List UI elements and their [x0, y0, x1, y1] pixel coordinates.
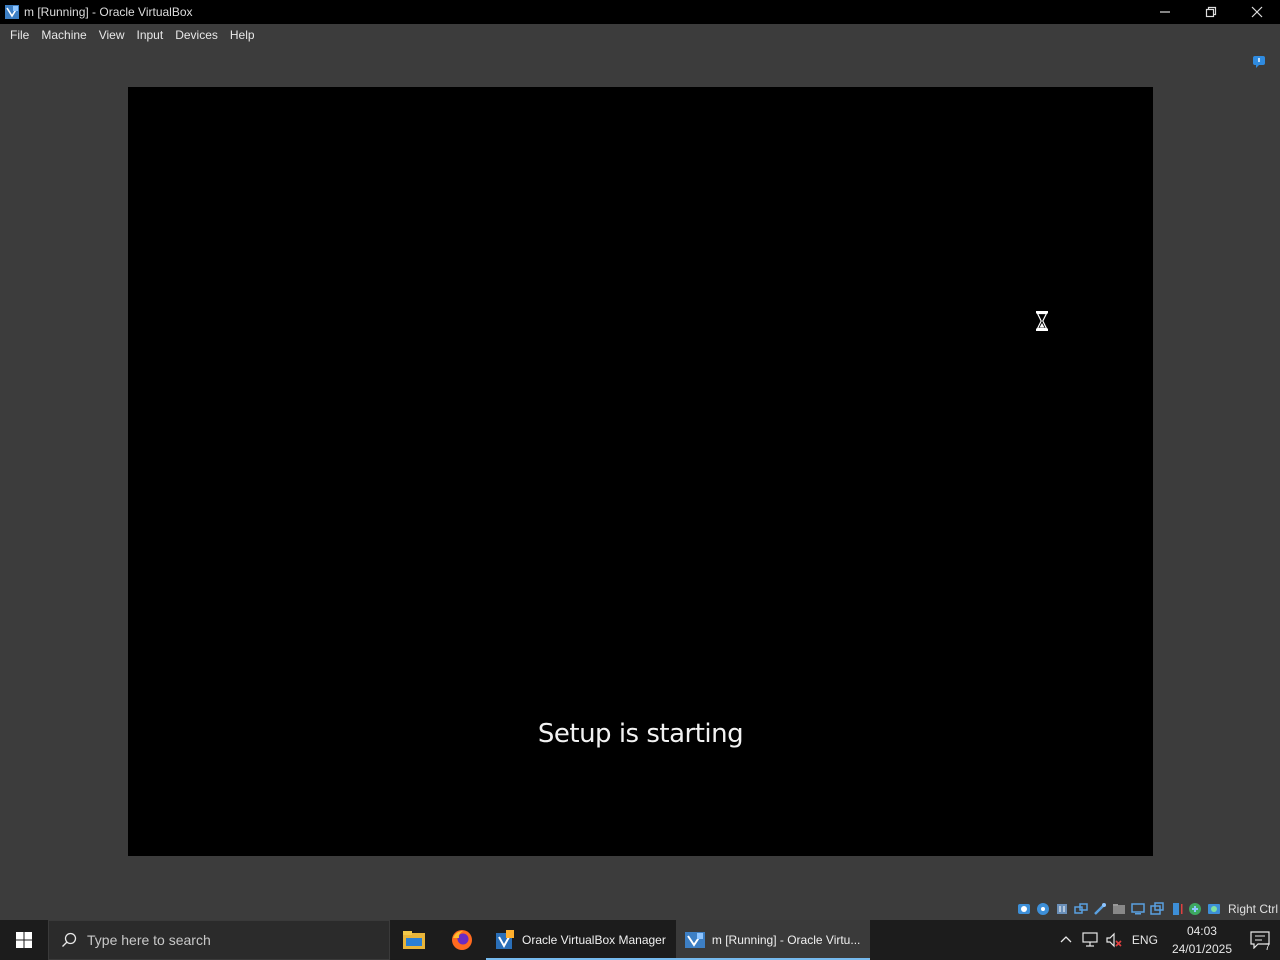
- taskbar-app-label: Oracle VirtualBox Manager: [522, 933, 666, 947]
- restore-icon: [1205, 6, 1217, 18]
- network-tray-icon: [1082, 932, 1098, 947]
- window-title: m [Running] - Oracle VirtualBox: [24, 5, 193, 19]
- volume-button[interactable]: [1102, 920, 1126, 960]
- recording-icon[interactable]: [1149, 901, 1165, 917]
- virtualbox-manager-icon: [496, 930, 514, 949]
- taskbar: Type here to search Oracle VirtualBox Ma…: [0, 920, 1280, 960]
- taskbar-app-label: m [Running] - Oracle Virtu...: [711, 933, 861, 947]
- clock-time: 04:03: [1186, 924, 1217, 938]
- network-icon[interactable]: [1073, 901, 1089, 917]
- keyboard-icon[interactable]: [1206, 901, 1222, 917]
- cpu-icon[interactable]: [1168, 901, 1184, 917]
- taskbar-file-explorer[interactable]: [390, 920, 438, 960]
- host-key-label: Right Ctrl: [1227, 902, 1278, 916]
- start-button[interactable]: [0, 920, 48, 960]
- show-hidden-icons-button[interactable]: [1054, 920, 1078, 960]
- menu-help[interactable]: Help: [224, 24, 261, 46]
- shared-folders-icon[interactable]: [1111, 901, 1127, 917]
- menu-bar: File Machine View Input Devices Help: [0, 24, 1280, 46]
- taskbar-virtualbox-manager[interactable]: Oracle VirtualBox Manager: [486, 920, 676, 960]
- taskbar-vm-window[interactable]: m [Running] - Oracle Virtu...: [675, 920, 871, 960]
- firefox-icon: [452, 930, 472, 950]
- volume-muted-icon: [1106, 932, 1122, 948]
- restore-button[interactable]: [1188, 0, 1234, 24]
- setup-status-message: Setup is starting: [537, 719, 744, 749]
- menu-machine[interactable]: Machine: [35, 24, 92, 46]
- menu-input[interactable]: Input: [131, 24, 170, 46]
- optical-drive-icon[interactable]: [1035, 901, 1051, 917]
- window-title-bar: m [Running] - Oracle VirtualBox: [0, 0, 1280, 24]
- menu-view[interactable]: View: [93, 24, 131, 46]
- usb-icon[interactable]: [1092, 901, 1108, 917]
- taskbar-firefox[interactable]: [438, 920, 486, 960]
- system-tray: ENG 04:03 24/01/2025 7: [1054, 920, 1280, 960]
- taskbar-search-input[interactable]: Type here to search: [48, 920, 390, 960]
- close-icon: [1251, 6, 1263, 18]
- windows-logo-icon: [16, 932, 32, 948]
- menu-file[interactable]: File: [4, 24, 35, 46]
- search-icon: [62, 932, 77, 947]
- virtualbox-icon: [5, 5, 19, 19]
- action-center-button[interactable]: 7: [1240, 920, 1280, 960]
- clock-date: 24/01/2025: [1171, 942, 1232, 956]
- network-status-button[interactable]: [1078, 920, 1102, 960]
- window-controls: [1142, 0, 1280, 24]
- hourglass-icon: [1036, 311, 1048, 331]
- minimize-button[interactable]: [1142, 0, 1188, 24]
- display-icon[interactable]: [1130, 901, 1146, 917]
- clock[interactable]: 04:03 24/01/2025: [1164, 922, 1240, 958]
- menu-devices[interactable]: Devices: [169, 24, 224, 46]
- hard-disk-icon[interactable]: [1016, 901, 1032, 917]
- close-button[interactable]: [1234, 0, 1280, 24]
- notification-count: 7: [1264, 942, 1270, 952]
- chevron-up-icon: [1060, 936, 1072, 943]
- vm-display[interactable]: Setup is starting: [128, 87, 1153, 856]
- mouse-integration-icon[interactable]: [1187, 901, 1203, 917]
- vm-status-bar: Right Ctrl: [1016, 899, 1280, 919]
- audio-icon[interactable]: [1054, 901, 1070, 917]
- minimize-icon: [1160, 11, 1170, 13]
- virtualbox-vm-icon: [684, 932, 705, 948]
- file-explorer-icon: [403, 931, 425, 949]
- search-placeholder: Type here to search: [87, 932, 211, 948]
- input-language-indicator[interactable]: ENG: [1126, 933, 1164, 947]
- message-notification-icon[interactable]: [1252, 55, 1266, 69]
